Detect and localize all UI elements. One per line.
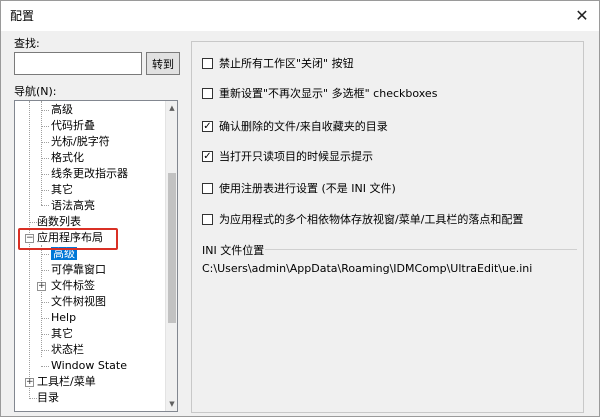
- tree-item-syntax-highlight[interactable]: 语法高亮: [51, 198, 95, 214]
- option-use-registry[interactable]: 使用注册表进行设置 (不是 INI 文件): [202, 180, 396, 196]
- tree-branch: [41, 110, 49, 111]
- tree-branch: [41, 205, 49, 206]
- option-label: 确认删除的文件/来自收藏夹的目录: [219, 120, 388, 133]
- option-label: 当打开只读项目的时候显示提示: [219, 150, 373, 163]
- checkbox-checked[interactable]: ✓: [202, 120, 213, 132]
- ini-location-label: INI 文件位置: [202, 244, 265, 257]
- tree-branch: [41, 302, 49, 303]
- tree-item-toolbar-menu[interactable]: 工具栏/菜单: [37, 374, 96, 390]
- search-input[interactable]: [14, 52, 142, 75]
- checkbox-checked[interactable]: ✓: [202, 150, 213, 162]
- checkbox[interactable]: [202, 57, 213, 69]
- config-dialog: 配置 ✕ 查找: 转到 导航(N): 高级 代码折叠 光标/脱字符 格式化 线条…: [0, 0, 600, 417]
- close-button[interactable]: ✕: [565, 1, 599, 29]
- nav-tree[interactable]: 高级 代码折叠 光标/脱字符 格式化 线条更改指示器 其它 语法高亮 函数列表 …: [14, 100, 178, 412]
- title-bar: 配置 ✕: [1, 1, 599, 31]
- tree-item-advanced[interactable]: 高级: [51, 102, 73, 118]
- tree-item-layout-other[interactable]: 其它: [51, 326, 73, 342]
- tree-item-other[interactable]: 其它: [51, 182, 73, 198]
- option-store-window-positions[interactable]: 为应用程式的多个相依物体存放视窗/菜单/工具栏的落点和配置: [202, 211, 523, 227]
- scroll-down-icon[interactable]: ▼: [166, 397, 177, 411]
- option-disable-close-buttons[interactable]: 禁止所有工作区"关闭" 按钮: [202, 55, 354, 71]
- tree-item-status-bar[interactable]: 状态栏: [51, 342, 84, 358]
- tree-item-cursor-caret[interactable]: 光标/脱字符: [51, 134, 110, 150]
- dialog-title: 配置: [10, 9, 35, 23]
- tree-branch: [41, 158, 49, 159]
- tree-branch: [41, 334, 49, 335]
- checkbox[interactable]: [202, 213, 213, 225]
- option-label: 禁止所有工作区"关闭" 按钮: [219, 57, 354, 70]
- option-readonly-prompt[interactable]: ✓ 当打开只读项目的时候显示提示: [202, 148, 373, 164]
- tree-item-dockable-windows[interactable]: 可停靠窗口: [51, 262, 106, 278]
- tree-branch: [29, 398, 37, 399]
- tree-item-file-tree-view[interactable]: 文件树视图: [51, 294, 106, 310]
- tree-branch: [41, 270, 49, 271]
- scroll-up-icon[interactable]: ▲: [166, 101, 177, 115]
- tree-item-directory[interactable]: 目录: [37, 390, 59, 406]
- tree-item-file-tabs[interactable]: 文件标签: [51, 278, 95, 294]
- tree-branch: [41, 174, 49, 175]
- ini-path: C:\Users\admin\AppData\Roaming\IDMComp\U…: [202, 262, 533, 275]
- highlight-box: [18, 228, 118, 250]
- search-label: 查找:: [14, 37, 40, 50]
- option-label: 重新设置"不再次显示" 多选框" checkboxes: [219, 87, 438, 100]
- checkbox[interactable]: [202, 182, 213, 194]
- checkbox[interactable]: [202, 87, 213, 99]
- options-panel: 禁止所有工作区"关闭" 按钮 重新设置"不再次显示" 多选框" checkbox…: [191, 41, 584, 413]
- tree-scrollbar[interactable]: ▲ ▼: [165, 101, 177, 411]
- close-icon: ✕: [575, 5, 589, 25]
- tree-branch: [41, 190, 49, 191]
- option-confirm-delete[interactable]: ✓ 确认删除的文件/来自收藏夹的目录: [202, 118, 388, 134]
- tree-branch: [41, 254, 49, 255]
- tree-branch: [29, 222, 37, 223]
- nav-label: 导航(N):: [14, 85, 57, 98]
- option-label: 使用注册表进行设置 (不是 INI 文件): [219, 182, 396, 195]
- goto-button[interactable]: 转到: [146, 52, 180, 75]
- tree-item-formatting[interactable]: 格式化: [51, 150, 84, 166]
- ini-divider: [265, 249, 577, 250]
- expand-icon[interactable]: +: [25, 378, 34, 387]
- tree-branch: [41, 350, 49, 351]
- nav-tree-content: 高级 代码折叠 光标/脱字符 格式化 线条更改指示器 其它 语法高亮 函数列表 …: [15, 101, 163, 411]
- option-reset-dont-show-again[interactable]: 重新设置"不再次显示" 多选框" checkboxes: [202, 85, 437, 101]
- tree-item-line-change-indicator[interactable]: 线条更改指示器: [51, 166, 128, 182]
- tree-branch: [41, 142, 49, 143]
- tree-branch: [41, 366, 49, 367]
- scroll-thumb[interactable]: [168, 173, 176, 323]
- tree-branch: [41, 318, 49, 319]
- expand-icon[interactable]: +: [37, 282, 46, 291]
- tree-guide-line: [41, 245, 42, 357]
- tree-item-window-state[interactable]: Window State: [51, 358, 127, 374]
- tree-item-code-folding[interactable]: 代码折叠: [51, 118, 95, 134]
- tree-branch: [41, 126, 49, 127]
- option-label: 为应用程式的多个相依物体存放视窗/菜单/工具栏的落点和配置: [219, 213, 524, 226]
- tree-item-help[interactable]: Help: [51, 310, 76, 326]
